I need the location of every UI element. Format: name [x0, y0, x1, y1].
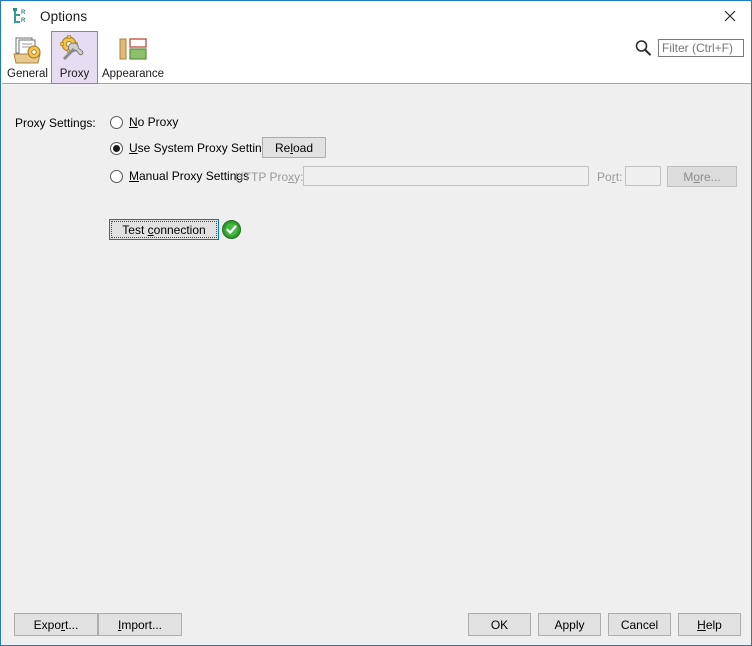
window-title: Options: [40, 8, 88, 24]
export-button-label: Export...: [33, 617, 79, 632]
cancel-button-label: Cancel: [620, 617, 659, 632]
title-bar: R R Options: [1, 1, 751, 31]
tab-strip: General Proxy Appearance: [4, 31, 168, 84]
filter-area: [634, 39, 744, 57]
radio-manual-proxy-label: Manual Proxy Settings: [129, 169, 250, 183]
layout-color-icon: [116, 35, 150, 66]
radio-use-system-proxy[interactable]: [110, 141, 123, 155]
tab-proxy-label: Proxy: [59, 68, 90, 80]
success-check-icon: [222, 220, 241, 239]
test-connection-button[interactable]: Test connection: [109, 219, 219, 240]
cancel-button[interactable]: Cancel: [608, 613, 671, 636]
import-button-label: Import...: [117, 617, 163, 632]
apply-button-label: Apply: [554, 617, 585, 632]
tab-general[interactable]: General: [4, 31, 51, 84]
radio-no-proxy-label: No Proxy: [129, 115, 179, 129]
search-icon: [634, 39, 652, 57]
apply-button[interactable]: Apply: [538, 613, 601, 636]
import-button[interactable]: Import...: [98, 613, 182, 636]
options-dialog: R R Options General Proxy Appearance Fil…: [0, 0, 752, 646]
test-connection-label: Test connection: [122, 222, 206, 237]
port-input[interactable]: [625, 166, 661, 186]
reload-button-label: Reload: [274, 140, 314, 155]
http-proxy-label: HTTP Proxy:: [235, 170, 304, 184]
ok-button[interactable]: OK: [468, 613, 531, 636]
tab-appearance[interactable]: Appearance: [98, 31, 168, 84]
content-panel: [2, 84, 751, 602]
radio-manual-proxy[interactable]: [110, 169, 123, 183]
tab-proxy[interactable]: Proxy: [51, 31, 98, 84]
more-button-label: More...: [683, 169, 721, 184]
port-label: Port:: [597, 170, 623, 184]
toolbar: General Proxy Appearance Filter (Ctrl+F): [2, 31, 751, 84]
more-button[interactable]: More...: [667, 166, 737, 187]
documents-gear-icon: [11, 35, 45, 66]
radio-use-system-proxy-label: Use System Proxy Settings: [129, 141, 275, 155]
option-manual-proxy[interactable]: Manual Proxy Settings: [110, 169, 249, 183]
close-icon[interactable]: [707, 1, 751, 30]
ok-button-label: OK: [490, 617, 509, 632]
filter-input[interactable]: [658, 39, 744, 57]
radio-no-proxy[interactable]: [110, 115, 123, 129]
tab-general-label: General: [7, 68, 48, 80]
export-button[interactable]: Export...: [14, 613, 98, 636]
help-button-label: Help: [697, 617, 722, 632]
option-no-proxy[interactable]: No Proxy: [110, 115, 178, 129]
svg-text:R: R: [21, 10, 26, 16]
reload-button[interactable]: Reload: [262, 137, 326, 158]
gear-wrench-icon: [58, 35, 92, 66]
help-button[interactable]: Help: [678, 613, 741, 636]
option-use-system-proxy[interactable]: Use System Proxy Settings: [110, 141, 274, 155]
tree-structure-icon: R R: [12, 7, 32, 25]
http-proxy-input[interactable]: [303, 166, 589, 186]
svg-text:R: R: [21, 18, 26, 24]
tab-appearance-label: Appearance: [101, 68, 165, 80]
proxy-settings-label: Proxy Settings:: [15, 116, 96, 130]
